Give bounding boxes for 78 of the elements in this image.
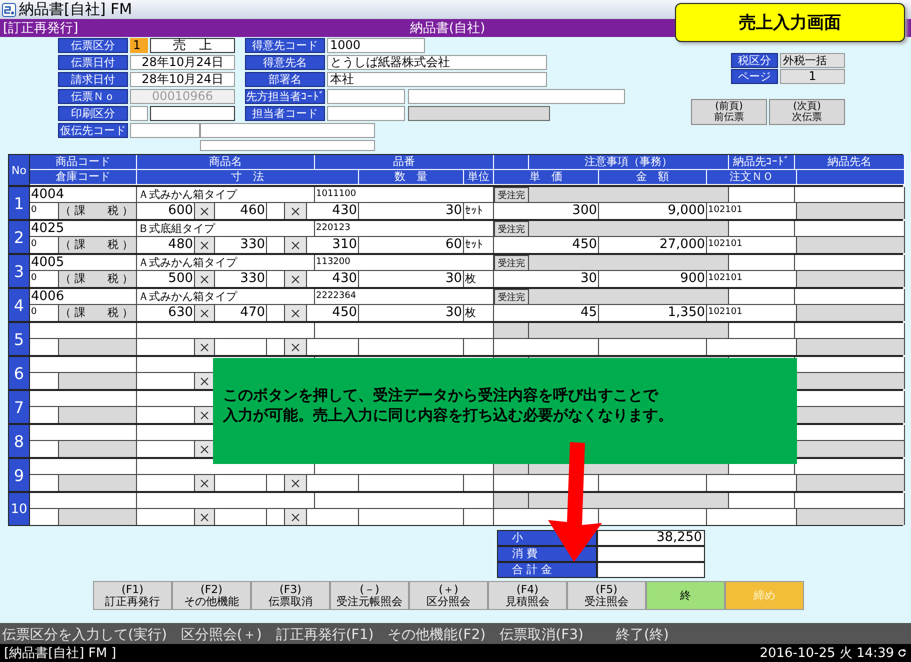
table-cell: Ａ式みかん箱タイプ <box>137 289 315 305</box>
row-number: 6 <box>9 357 30 389</box>
tax-cell: （ 課 税 ） <box>59 305 137 321</box>
mode-label: [訂正再発行] <box>2 20 78 37</box>
column-header: 品番 <box>315 155 494 170</box>
tax-field: 外税一括 <box>780 53 845 68</box>
field-label: 伝票区分 <box>58 38 128 53</box>
table-cell: 102101 <box>707 305 797 321</box>
column-header: 注意事項（事務） <box>529 155 729 170</box>
field-label: 得意先名 <box>245 55 325 70</box>
column-header: No <box>9 155 30 185</box>
field-label: 税区分 <box>731 53 778 68</box>
table-cell: 102101 <box>707 203 797 219</box>
tax-cell: （ 課 税 ） <box>59 203 137 219</box>
table-cell: Ａ式みかん箱タイプ <box>137 187 315 203</box>
table-cell: Ａ式みかん箱タイプ <box>137 255 315 271</box>
table-cell: 0 <box>30 271 59 287</box>
table-cell: 0 <box>30 305 59 321</box>
row-number: 8 <box>9 425 30 457</box>
field-label: 請求日付 <box>58 72 128 87</box>
column-header: 寸 法 <box>137 170 359 185</box>
table-cell: 0 <box>30 203 59 219</box>
field-label: 得意先コード <box>245 38 325 53</box>
tax-cell: （ 課 税 ） <box>59 237 137 253</box>
column-header: 納品先ｺｰﾄﾞ <box>729 155 795 170</box>
row-number: 1 <box>9 187 30 219</box>
hint-tooltip: このボタンを押して、受注データから受注内容を呼び出すことで 入力が可能。売上入力に同じ内容を打ち込む必要がなくなります。 <box>213 358 797 464</box>
table-cell: 1011100 <box>315 187 494 203</box>
table-cell: 4004 <box>30 187 137 203</box>
field-label: ページ <box>731 69 778 84</box>
row-number: 9 <box>9 459 30 491</box>
table-cell: 枚 <box>464 271 494 287</box>
table-cell: 枚 <box>464 305 494 321</box>
table-cell: 220123 <box>315 221 494 237</box>
table-cell: 4025 <box>30 221 137 237</box>
column-header: 商品コード <box>30 155 137 170</box>
table-cell: 102101 <box>707 237 797 253</box>
row-number: 7 <box>9 391 30 423</box>
column-header: 単 価 <box>494 170 599 185</box>
table-cell: 4005 <box>30 255 137 271</box>
total-label: 合 計 金 <box>497 562 597 578</box>
column-header: 注文ＮＯ <box>707 170 797 185</box>
column-header: 数 量 <box>359 170 464 185</box>
row-number: 10 <box>9 493 30 525</box>
field-label: 伝票日付 <box>58 55 128 70</box>
status-message: 伝票区分を入力して(実行) 区分照会(＋) 訂正再発行(F1) その他機能(F2) 伝票取消(F3) 終了(終) <box>0 623 911 644</box>
field-label: 伝票Ｎｏ <box>58 89 128 104</box>
field-label: 部署名 <box>245 72 325 87</box>
screen-label: 売上入力画面 <box>675 3 905 42</box>
column-header: 単位 <box>464 170 494 185</box>
row-number: 4 <box>9 289 30 321</box>
table-cell: ｾｯﾄ <box>464 203 494 219</box>
window-title: 納品書[自社] FM <box>19 0 132 19</box>
page-field: 1 <box>780 69 845 84</box>
table-cell: 2222364 <box>315 289 494 305</box>
number-field: 00010966 <box>130 89 235 104</box>
tax-cell: （ 課 税 ） <box>59 271 137 287</box>
table-cell: ｾｯﾄ <box>464 237 494 253</box>
clock-text: 2016-10-25 火 14:39 <box>760 645 894 662</box>
column-header: 商品名 <box>137 155 315 170</box>
field-label: 先方担当者ｺｰﾄﾞ <box>245 89 325 104</box>
row-number: 5 <box>9 323 30 355</box>
taskbar-title: [納品書[自社] FM ] <box>4 645 116 662</box>
table-cell: Ｂ式底組タイプ <box>137 221 315 237</box>
total-value: 38,250 <box>597 530 705 546</box>
column-header: 納品先名 <box>795 155 905 170</box>
column-header: 金 額 <box>599 170 707 185</box>
table-cell: 4006 <box>30 289 137 305</box>
table-cell: 0 <box>30 237 59 253</box>
row-number: 3 <box>9 255 30 287</box>
form-title: 納品書(自社) <box>410 20 486 37</box>
column-header: 倉庫コード <box>30 170 137 185</box>
table-cell: 102101 <box>707 271 797 287</box>
table-cell: 113200 <box>315 255 494 271</box>
field-label: 仮伝先コード <box>58 123 128 138</box>
field-label: 印刷区分 <box>58 106 128 121</box>
field-label: 担当者コード <box>245 106 325 121</box>
row-number: 2 <box>9 221 30 253</box>
